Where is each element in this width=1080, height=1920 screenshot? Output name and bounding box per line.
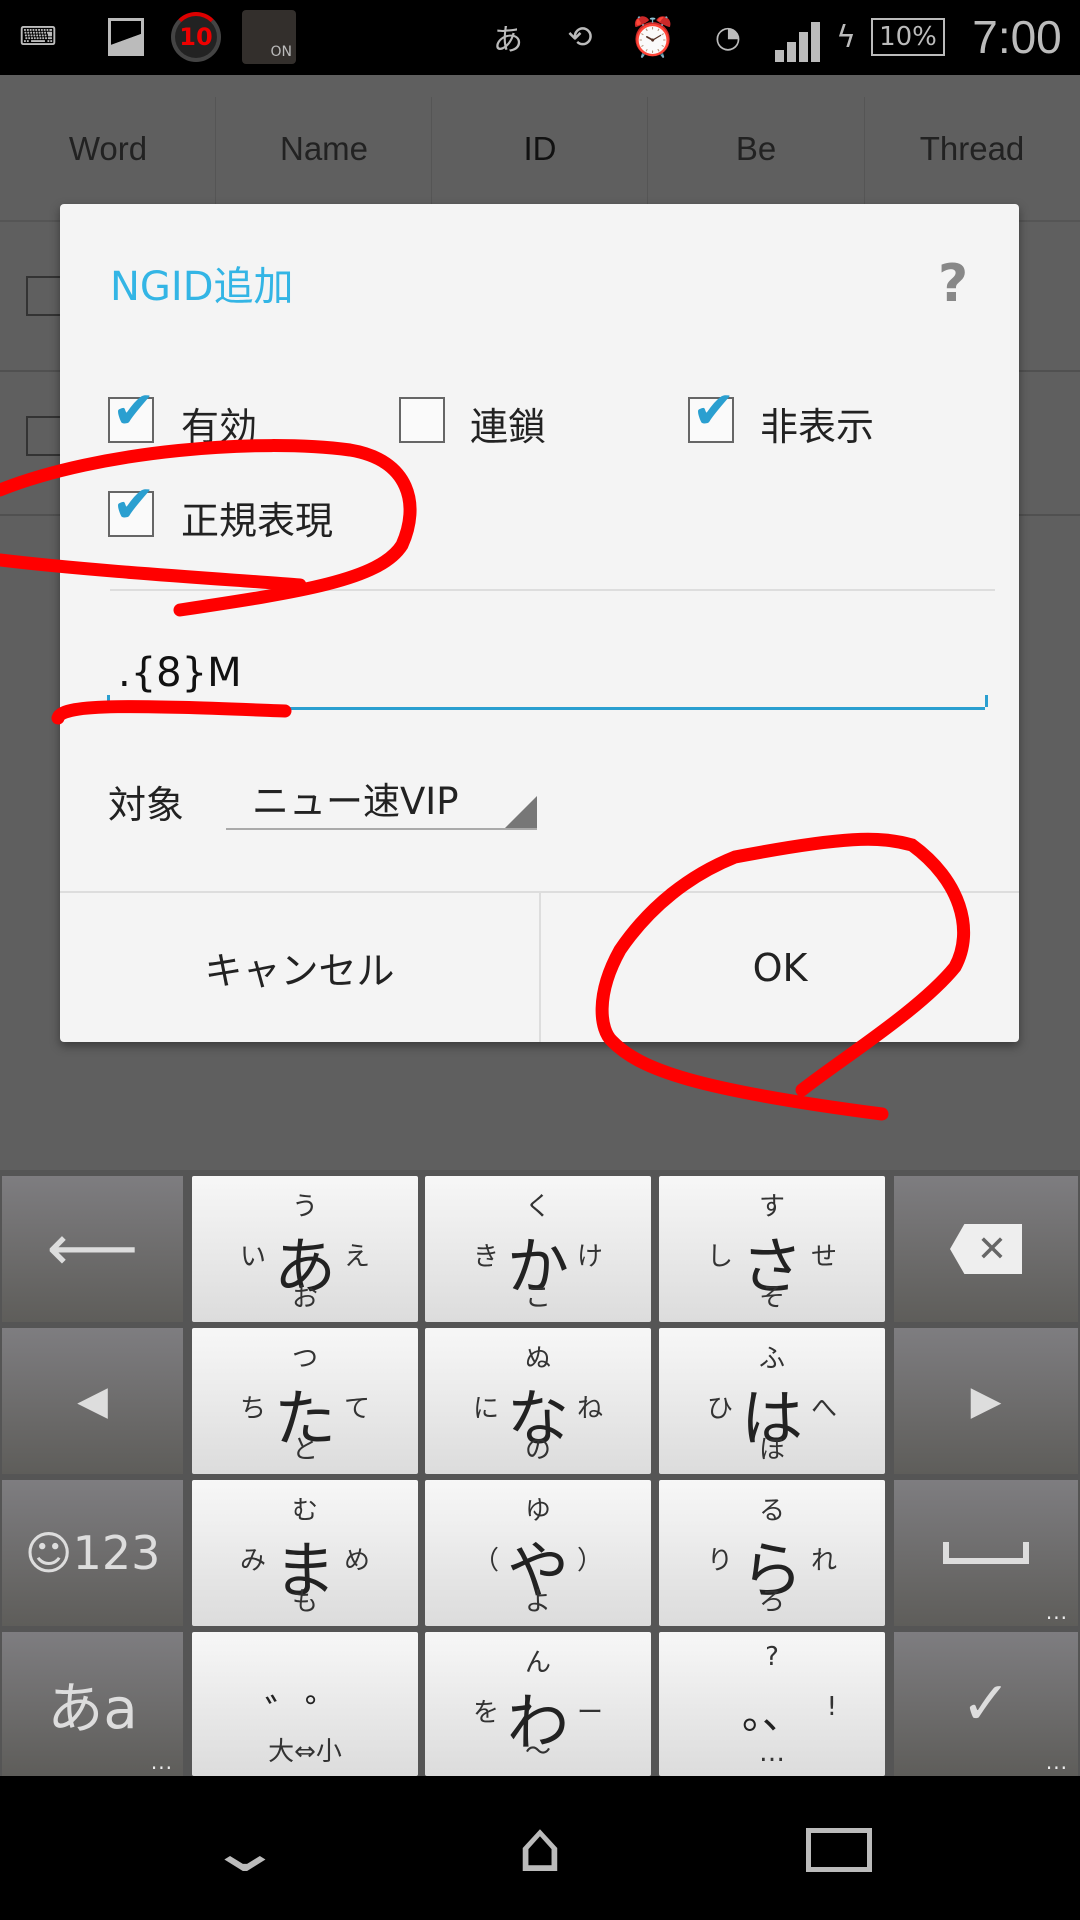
annotation-circle-ok — [595, 832, 971, 1121]
red-annotations — [0, 439, 971, 1121]
annotation-stroke — [0, 553, 307, 592]
annotation-underline — [51, 700, 292, 725]
annotation-circle-regex — [0, 439, 417, 617]
